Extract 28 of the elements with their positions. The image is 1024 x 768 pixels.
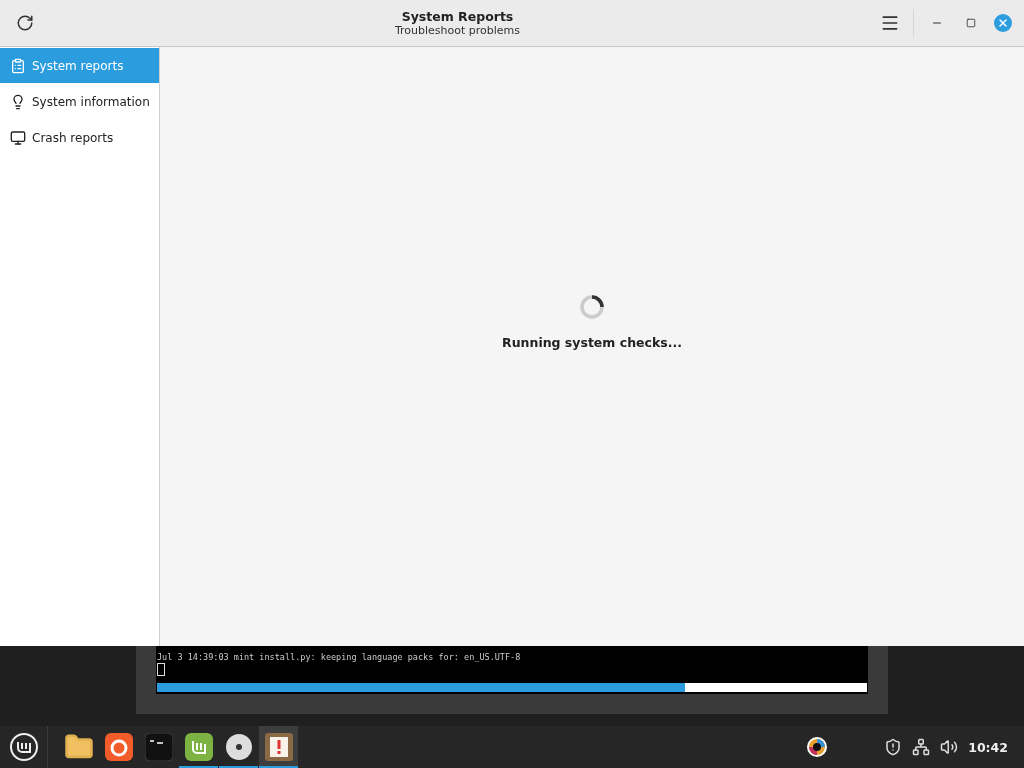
logo-icon	[8, 732, 39, 762]
maximize-icon	[966, 18, 976, 28]
menu-icon	[880, 13, 900, 33]
taskbar-app[interactable]	[259, 726, 298, 768]
refresh-icon	[16, 14, 34, 32]
monitor-icon	[10, 129, 26, 146]
window-subtitle: Troubleshoot problems	[394, 24, 521, 37]
warning-icon	[264, 733, 293, 761]
window-title: System Reports	[401, 9, 514, 24]
close-button[interactable]	[994, 14, 1012, 32]
disc-icon	[224, 733, 253, 761]
sidebar-item[interactable]: System information	[0, 84, 159, 119]
browser-icon	[104, 733, 133, 761]
status-text: Running system checks...	[502, 335, 682, 350]
terminal-cursor	[157, 663, 165, 676]
store-icon	[184, 733, 213, 761]
clock: 10:42	[968, 739, 1008, 755]
color-wheel-icon	[806, 736, 829, 758]
clipboard-icon	[10, 57, 26, 74]
sidebar-item[interactable]: Crash reports	[0, 120, 159, 155]
shield-icon	[884, 738, 903, 756]
close-icon	[997, 17, 1009, 29]
loading-spinner	[578, 293, 606, 321]
terminal-line: Jul 3 14:39:03 mint install.py: keeping language packs for: en_US.UTF-8	[157, 652, 522, 662]
lightbulb-icon	[10, 93, 26, 110]
terminal-icon	[144, 733, 173, 761]
network-icon	[912, 738, 931, 756]
volume-icon	[940, 738, 959, 756]
